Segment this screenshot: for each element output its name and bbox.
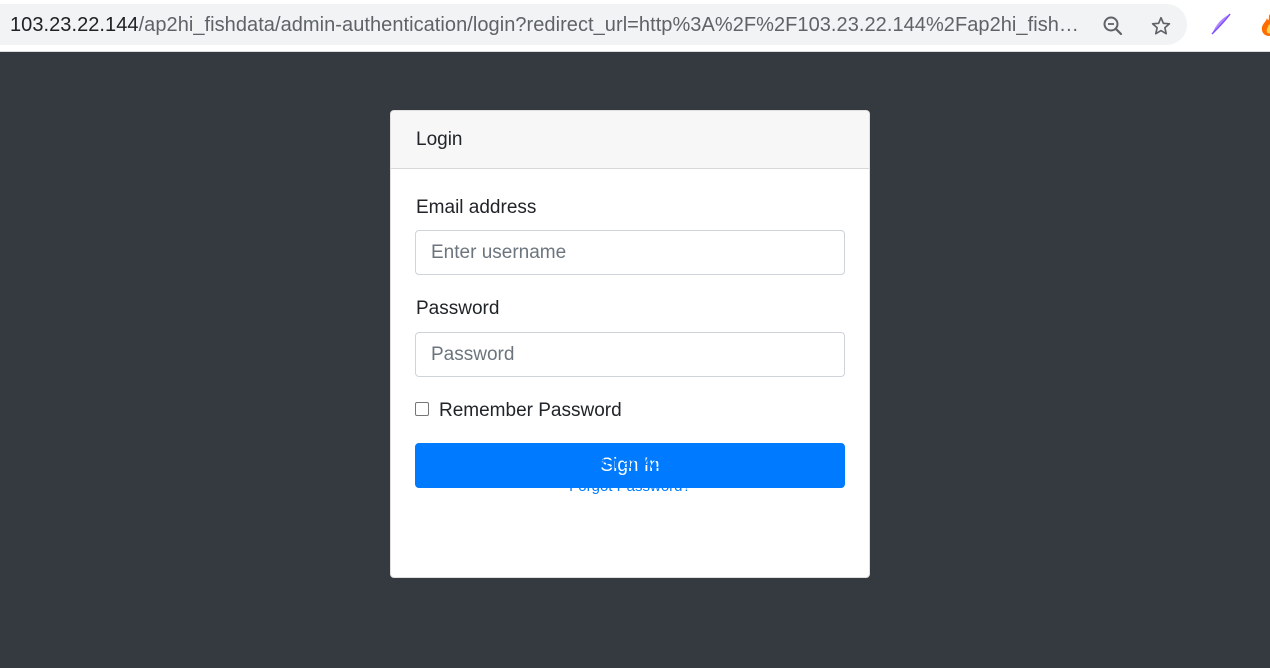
zoom-icon[interactable] xyxy=(1101,14,1125,38)
forgot-password-link[interactable]: Forgot Password? xyxy=(391,475,869,498)
url-path: /ap2hi_fishdata/admin-authentication/log… xyxy=(138,14,1085,36)
email-field[interactable] xyxy=(415,230,845,275)
login-card: Login Email address Password Remember Pa… xyxy=(390,110,870,578)
remember-password-row[interactable]: Remember Password xyxy=(415,400,622,422)
auth-links: Register an Account Forgot Password? xyxy=(391,452,869,498)
browser-toolbar: 103.23.22.144/ap2hi_fishdata/admin-authe… xyxy=(0,0,1270,52)
remember-password-label[interactable]: Remember Password xyxy=(439,400,622,422)
register-account-link[interactable]: Register an Account xyxy=(391,452,869,475)
remember-password-checkbox[interactable] xyxy=(415,402,429,416)
password-field[interactable] xyxy=(415,332,845,377)
star-icon[interactable] xyxy=(1149,14,1173,38)
card-header: Login xyxy=(391,111,869,169)
fire-extension-icon[interactable] xyxy=(1256,12,1270,38)
password-label: Password xyxy=(416,298,500,319)
address-bar[interactable]: 103.23.22.144/ap2hi_fishdata/admin-authe… xyxy=(0,4,1187,45)
email-label: Email address xyxy=(416,197,537,218)
url-host: 103.23.22.144 xyxy=(10,14,139,36)
url-text[interactable]: 103.23.22.144/ap2hi_fishdata/admin-authe… xyxy=(10,14,1085,37)
feather-extension-icon[interactable] xyxy=(1208,12,1234,38)
